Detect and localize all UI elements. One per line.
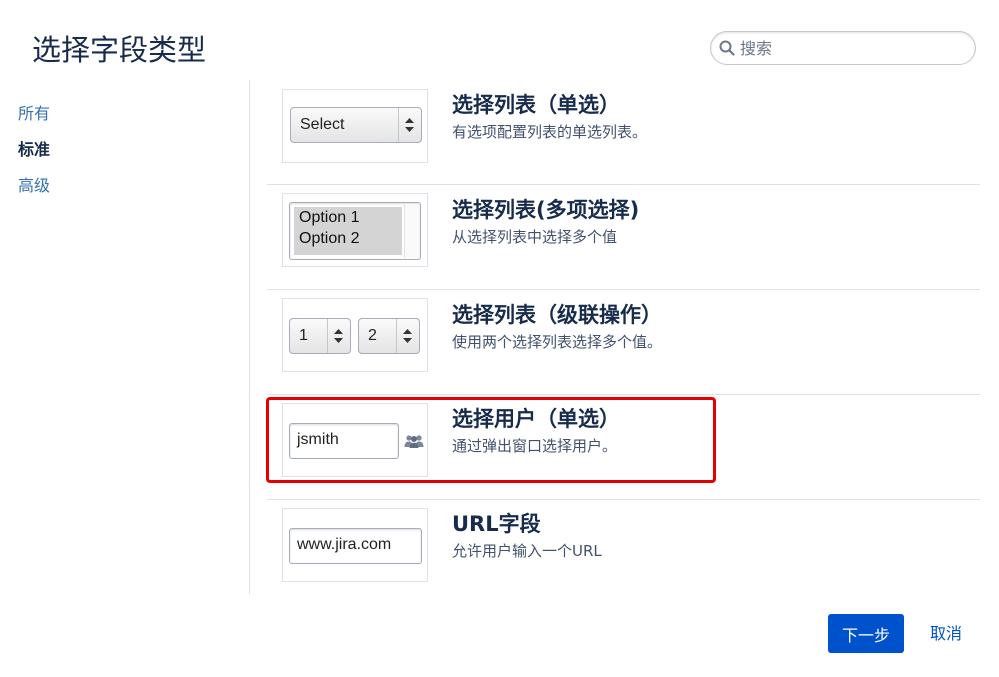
preview-single-select: Select bbox=[282, 89, 428, 163]
field-type-title: 选择列表(多项选择) bbox=[452, 198, 640, 222]
preview-option: Option 2 bbox=[299, 230, 360, 247]
field-type-list: Select 选择列表（单选） 有选项配置列表的单选列表。 Option 1 O… bbox=[267, 80, 980, 594]
cancel-button[interactable]: 取消 bbox=[922, 614, 970, 653]
page-title: 选择字段类型 bbox=[32, 33, 207, 67]
sidebar-item-standard[interactable]: 标准 bbox=[18, 132, 218, 168]
search-input[interactable] bbox=[740, 36, 965, 60]
highlight-box bbox=[266, 397, 716, 483]
preview-select-first: 1 bbox=[289, 318, 351, 354]
field-type-title: URL字段 bbox=[452, 512, 541, 536]
search-icon bbox=[719, 40, 735, 56]
field-type-multi-select[interactable]: Option 1 Option 2 选择列表(多项选择) 从选择列表中选择多个值 bbox=[267, 185, 980, 290]
field-type-description: 有选项配置列表的单选列表。 bbox=[452, 123, 648, 141]
sidebar-divider bbox=[249, 80, 250, 594]
field-type-url[interactable]: www.jira.com URL字段 允许用户输入一个URL bbox=[267, 500, 980, 605]
preview-url-input: www.jira.com bbox=[289, 528, 422, 564]
preview-select: Select bbox=[290, 107, 422, 143]
preview-multi-listbox: Option 1 Option 2 bbox=[289, 202, 421, 260]
field-type-cascading-select[interactable]: 1 2 选择列表（级联操作） 使用两个选择列表选择多个值。 bbox=[267, 290, 980, 395]
sidebar-item-advanced[interactable]: 高级 bbox=[18, 168, 218, 204]
preview-multi-select: Option 1 Option 2 bbox=[282, 193, 428, 267]
field-type-title: 选择列表（级联操作） bbox=[452, 303, 662, 327]
field-type-title: 选择列表（单选） bbox=[452, 93, 620, 117]
select-arrows-icon bbox=[334, 329, 343, 343]
field-type-description: 从选择列表中选择多个值 bbox=[452, 228, 618, 246]
preview-cascading-select: 1 2 bbox=[282, 298, 428, 372]
preview-scrollbar bbox=[404, 204, 419, 258]
select-arrows-icon bbox=[403, 329, 412, 343]
preview-select-second: 2 bbox=[358, 318, 420, 354]
next-button[interactable]: 下一步 bbox=[828, 614, 904, 653]
preview-select-value: Select bbox=[300, 116, 345, 133]
field-type-single-select[interactable]: Select 选择列表（单选） 有选项配置列表的单选列表。 bbox=[267, 80, 980, 185]
sidebar: 所有 标准 高级 bbox=[18, 96, 218, 204]
preview-option: Option 1 bbox=[299, 209, 360, 226]
field-type-description: 使用两个选择列表选择多个值。 bbox=[452, 333, 663, 351]
sidebar-item-all[interactable]: 所有 bbox=[18, 96, 218, 132]
preview-url-field: www.jira.com bbox=[282, 508, 428, 582]
select-arrows-icon bbox=[405, 118, 414, 132]
field-type-description: 允许用户输入一个URL bbox=[452, 542, 602, 560]
search-box[interactable] bbox=[710, 31, 976, 65]
